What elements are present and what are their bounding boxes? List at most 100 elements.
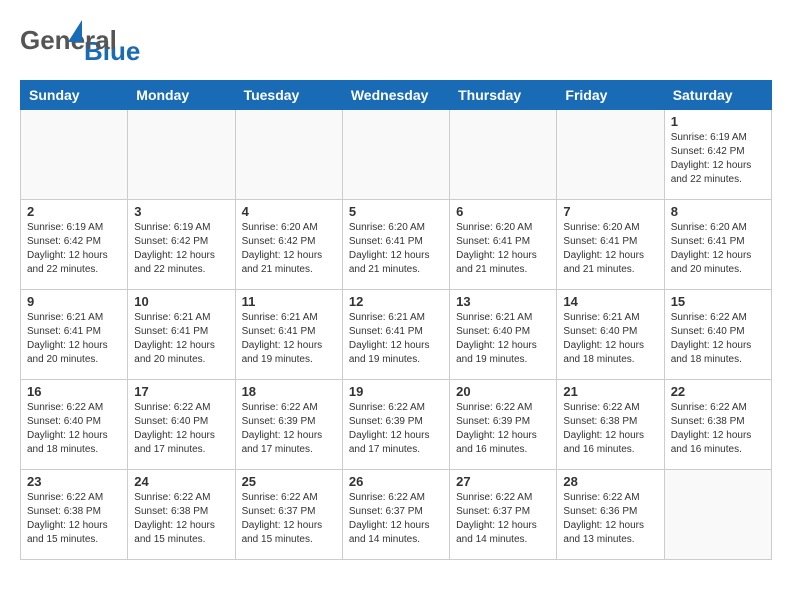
calendar-week-1: 1 Sunrise: 6:19 AM Sunset: 6:42 PM Daylig… [21, 110, 772, 200]
day-info: Sunrise: 6:20 AM Sunset: 6:42 PM Dayligh… [242, 221, 336, 277]
day-number: 22 [671, 384, 765, 399]
day-number: 28 [563, 474, 657, 489]
calendar-cell [557, 110, 664, 200]
calendar-cell: 18 Sunrise: 6:22 AM Sunset: 6:39 PM Dayli… [235, 380, 342, 470]
day-number: 3 [134, 204, 228, 219]
day-info: Sunrise: 6:22 AM Sunset: 6:40 PM Dayligh… [27, 401, 121, 457]
day-info: Sunrise: 6:22 AM Sunset: 6:38 PM Dayligh… [671, 401, 765, 457]
calendar-cell: 15 Sunrise: 6:22 AM Sunset: 6:40 PM Dayli… [664, 290, 771, 380]
day-info: Sunrise: 6:22 AM Sunset: 6:36 PM Dayligh… [563, 491, 657, 547]
day-number: 11 [242, 294, 336, 309]
day-info: Sunrise: 6:21 AM Sunset: 6:40 PM Dayligh… [456, 311, 550, 367]
calendar-table: SundayMondayTuesdayWednesdayThursdayFrid… [20, 80, 772, 560]
calendar-cell: 8 Sunrise: 6:20 AM Sunset: 6:41 PM Daylig… [664, 200, 771, 290]
day-info: Sunrise: 6:22 AM Sunset: 6:37 PM Dayligh… [349, 491, 443, 547]
calendar-cell [664, 470, 771, 560]
day-info: Sunrise: 6:22 AM Sunset: 6:37 PM Dayligh… [456, 491, 550, 547]
logo: General Blue [20, 20, 140, 70]
day-info: Sunrise: 6:20 AM Sunset: 6:41 PM Dayligh… [349, 221, 443, 277]
calendar-cell: 5 Sunrise: 6:20 AM Sunset: 6:41 PM Daylig… [342, 200, 449, 290]
calendar-header-row: SundayMondayTuesdayWednesdayThursdayFrid… [21, 81, 772, 110]
calendar-week-2: 2 Sunrise: 6:19 AM Sunset: 6:42 PM Daylig… [21, 200, 772, 290]
day-number: 14 [563, 294, 657, 309]
day-info: Sunrise: 6:21 AM Sunset: 6:41 PM Dayligh… [242, 311, 336, 367]
calendar-cell: 24 Sunrise: 6:22 AM Sunset: 6:38 PM Dayli… [128, 470, 235, 560]
day-number: 4 [242, 204, 336, 219]
calendar-header-sunday: Sunday [21, 81, 128, 110]
day-info: Sunrise: 6:19 AM Sunset: 6:42 PM Dayligh… [671, 131, 765, 187]
day-number: 24 [134, 474, 228, 489]
calendar-cell: 26 Sunrise: 6:22 AM Sunset: 6:37 PM Dayli… [342, 470, 449, 560]
day-number: 10 [134, 294, 228, 309]
day-number: 5 [349, 204, 443, 219]
day-number: 25 [242, 474, 336, 489]
day-info: Sunrise: 6:19 AM Sunset: 6:42 PM Dayligh… [134, 221, 228, 277]
day-number: 15 [671, 294, 765, 309]
calendar-cell: 21 Sunrise: 6:22 AM Sunset: 6:38 PM Dayli… [557, 380, 664, 470]
day-number: 8 [671, 204, 765, 219]
calendar-header-saturday: Saturday [664, 81, 771, 110]
day-number: 7 [563, 204, 657, 219]
day-info: Sunrise: 6:20 AM Sunset: 6:41 PM Dayligh… [563, 221, 657, 277]
day-number: 21 [563, 384, 657, 399]
day-info: Sunrise: 6:22 AM Sunset: 6:40 PM Dayligh… [671, 311, 765, 367]
day-number: 26 [349, 474, 443, 489]
calendar-week-4: 16 Sunrise: 6:22 AM Sunset: 6:40 PM Dayli… [21, 380, 772, 470]
day-info: Sunrise: 6:22 AM Sunset: 6:40 PM Dayligh… [134, 401, 228, 457]
day-number: 27 [456, 474, 550, 489]
day-number: 12 [349, 294, 443, 309]
calendar-cell: 7 Sunrise: 6:20 AM Sunset: 6:41 PM Daylig… [557, 200, 664, 290]
calendar-week-5: 23 Sunrise: 6:22 AM Sunset: 6:38 PM Dayli… [21, 470, 772, 560]
calendar-cell: 10 Sunrise: 6:21 AM Sunset: 6:41 PM Dayli… [128, 290, 235, 380]
calendar-cell: 2 Sunrise: 6:19 AM Sunset: 6:42 PM Daylig… [21, 200, 128, 290]
calendar-cell: 1 Sunrise: 6:19 AM Sunset: 6:42 PM Daylig… [664, 110, 771, 200]
day-info: Sunrise: 6:22 AM Sunset: 6:38 PM Dayligh… [563, 401, 657, 457]
calendar-cell: 6 Sunrise: 6:20 AM Sunset: 6:41 PM Daylig… [450, 200, 557, 290]
day-info: Sunrise: 6:22 AM Sunset: 6:39 PM Dayligh… [242, 401, 336, 457]
calendar-cell: 17 Sunrise: 6:22 AM Sunset: 6:40 PM Dayli… [128, 380, 235, 470]
calendar-cell: 27 Sunrise: 6:22 AM Sunset: 6:37 PM Dayli… [450, 470, 557, 560]
day-info: Sunrise: 6:22 AM Sunset: 6:37 PM Dayligh… [242, 491, 336, 547]
day-number: 23 [27, 474, 121, 489]
day-info: Sunrise: 6:22 AM Sunset: 6:38 PM Dayligh… [134, 491, 228, 547]
calendar-cell: 14 Sunrise: 6:21 AM Sunset: 6:40 PM Dayli… [557, 290, 664, 380]
day-info: Sunrise: 6:20 AM Sunset: 6:41 PM Dayligh… [456, 221, 550, 277]
day-number: 6 [456, 204, 550, 219]
calendar-cell: 9Sunrise: 6:21 AM Sunset: 6:41 PM Daylig… [21, 290, 128, 380]
day-info: Sunrise: 6:22 AM Sunset: 6:38 PM Dayligh… [27, 491, 121, 547]
day-number: 16 [27, 384, 121, 399]
calendar-cell: 4 Sunrise: 6:20 AM Sunset: 6:42 PM Daylig… [235, 200, 342, 290]
day-info: Sunrise: 6:21 AM Sunset: 6:41 PM Dayligh… [134, 311, 228, 367]
calendar-cell: 19 Sunrise: 6:22 AM Sunset: 6:39 PM Dayli… [342, 380, 449, 470]
calendar-cell [128, 110, 235, 200]
calendar-header-tuesday: Tuesday [235, 81, 342, 110]
calendar-cell [235, 110, 342, 200]
day-info: Sunrise: 6:21 AM Sunset: 6:41 PM Dayligh… [349, 311, 443, 367]
page-header: General Blue [20, 20, 772, 70]
day-number: 17 [134, 384, 228, 399]
day-number: 2 [27, 204, 121, 219]
calendar-cell: 3 Sunrise: 6:19 AM Sunset: 6:42 PM Daylig… [128, 200, 235, 290]
calendar-cell: 23 Sunrise: 6:22 AM Sunset: 6:38 PM Dayli… [21, 470, 128, 560]
calendar-cell: 20Sunrise: 6:22 AM Sunset: 6:39 PM Dayli… [450, 380, 557, 470]
day-number: 19 [349, 384, 443, 399]
calendar-header-wednesday: Wednesday [342, 81, 449, 110]
calendar-cell: 12 Sunrise: 6:21 AM Sunset: 6:41 PM Dayli… [342, 290, 449, 380]
calendar-header-friday: Friday [557, 81, 664, 110]
calendar-week-3: 9 Sunrise: 6:21 AM Sunset: 6:41 PM Daylig… [21, 290, 772, 380]
day-number: 1 [671, 114, 765, 129]
day-info: Sunrise: 6:19 AM Sunset: 6:42 PM Dayligh… [27, 221, 121, 277]
calendar-cell: 28 Sunrise: 6:22 AM Sunset: 6:36 PM Dayli… [557, 470, 664, 560]
day-info: Sunrise: 6:22 AM Sunset: 6:39 PM Dayligh… [349, 401, 443, 457]
calendar-header-monday: Monday [128, 81, 235, 110]
calendar-cell: 11 Sunrise: 6:21 AM Sunset: 6:41 PM Dayli… [235, 290, 342, 380]
day-info: Sunrise: 6:21 AM Sunset: 6:40 PM Dayligh… [563, 311, 657, 367]
day-number: 9 [27, 294, 121, 309]
day-info: Sunrise: 6:20 AM Sunset: 6:41 PM Dayligh… [671, 221, 765, 277]
day-number: 18 [242, 384, 336, 399]
day-info: Sunrise: 6:22 AM Sunset: 6:39 PM Dayligh… [456, 401, 550, 457]
day-number: 13 [456, 294, 550, 309]
calendar-header-thursday: Thursday [450, 81, 557, 110]
calendar-cell: 22 Sunrise: 6:22 AM Sunset: 6:38 PM Dayli… [664, 380, 771, 470]
calendar-cell [342, 110, 449, 200]
